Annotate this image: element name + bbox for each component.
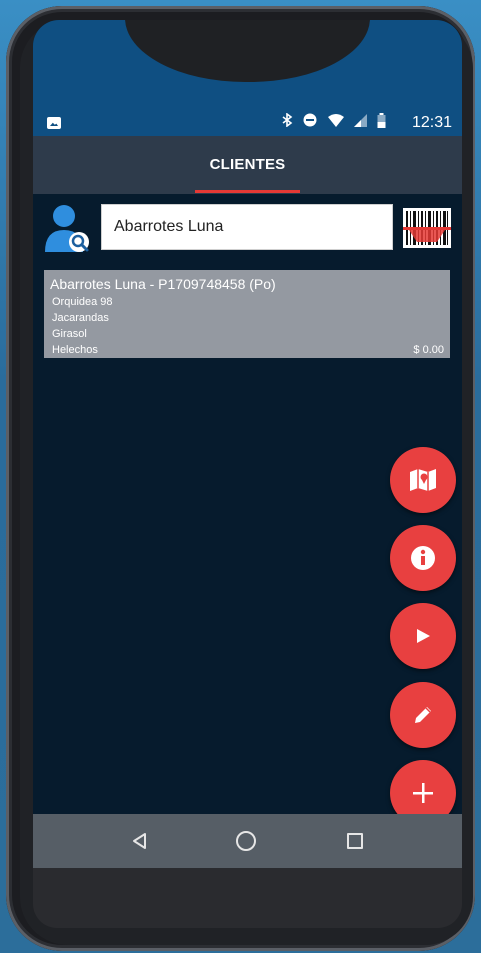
client-search-input[interactable]: Abarrotes Luna [101,204,393,250]
phone-chin [33,868,462,928]
client-total: $ 0.00 [413,344,444,356]
battery-icon [377,113,386,128]
info-button[interactable] [390,525,456,591]
client-list-screen: Abarrotes Luna Abarrotes Luna - P1709748… [33,194,462,826]
tab-indicator [195,190,300,193]
info-icon [411,546,435,570]
pencil-icon [415,707,431,723]
do-not-disturb-icon [303,113,317,127]
client-address-line: Helechos [52,344,98,356]
wifi-icon [327,114,344,127]
plus-icon [413,783,433,803]
app-bar: CLIENTES [33,136,462,194]
play-icon [417,629,430,643]
client-list-item[interactable]: Abarrotes Luna - P1709748458 (Po) Orquid… [44,270,450,358]
back-icon[interactable] [131,832,149,850]
phone-screen: 12:31 CLIENTES Abarrotes Luna Abarrotes … [33,20,462,898]
status-time: 12:31 [411,114,452,131]
play-button[interactable] [390,603,456,669]
client-address-line: Girasol [52,328,87,340]
home-icon[interactable] [236,831,256,851]
recent-apps-icon[interactable] [347,833,363,849]
status-bar: 12:31 [33,112,462,136]
map-icon [410,469,436,491]
tab-clientes[interactable]: CLIENTES [33,156,462,173]
edit-button[interactable] [390,682,456,748]
bluetooth-icon [282,112,293,128]
signal-icon [353,114,367,127]
client-address-line: Jacarandas [52,312,109,324]
client-address-line: Orquidea 98 [52,296,113,308]
client-title: Abarrotes Luna - P1709748458 (Po) [50,276,276,292]
android-nav-bar [33,814,462,868]
map-button[interactable] [390,447,456,513]
gallery-icon [47,117,61,129]
client-search-icon[interactable] [45,204,91,254]
barcode-scanner-icon[interactable] [403,208,451,248]
status-icons [282,112,386,130]
